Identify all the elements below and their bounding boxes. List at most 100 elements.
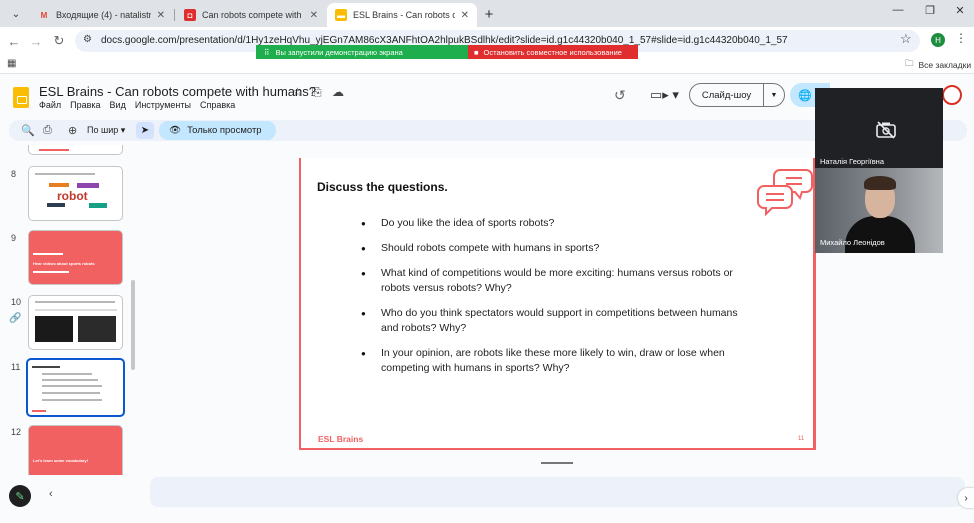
tab-divider: [174, 9, 175, 21]
meet-camera-icon[interactable]: ▭▸ ▾: [650, 87, 679, 103]
participant-hair: [864, 176, 896, 190]
profile-avatar[interactable]: H: [931, 33, 945, 47]
menu-help[interactable]: Справка: [200, 100, 235, 110]
thumb-line: [42, 385, 102, 387]
slideshow-dropdown-icon[interactable]: ▼: [764, 84, 784, 106]
zoom-label: По шир: [87, 125, 119, 135]
tab-title: Can robots compete with huma: [202, 10, 304, 20]
thumb-line: [42, 392, 100, 394]
slide-number: 11: [11, 362, 21, 372]
all-bookmarks[interactable]: 🗀 Все закладки: [905, 58, 971, 72]
minimize-icon[interactable]: —: [888, 4, 908, 16]
side-panel-toggle-icon[interactable]: ›: [958, 488, 974, 508]
screen-share-banner: ⠿ Вы запустили демонстрацию экрана ■ Ост…: [256, 45, 638, 59]
forward-icon[interactable]: →: [27, 32, 45, 50]
view-only-label: Только просмотр: [187, 125, 262, 136]
question-item: What kind of competitions would be more …: [361, 266, 741, 296]
screen-share-text: Вы запустили демонстрацию экрана: [275, 47, 403, 57]
browser-menu-icon[interactable]: ⋮: [955, 31, 967, 45]
star-icon[interactable]: ☆: [292, 85, 303, 99]
gmail-icon: M: [40, 10, 48, 20]
document-title[interactable]: ESL Brains - Can robots compete with hum…: [39, 84, 316, 99]
word-cloud-image: robot: [47, 181, 107, 213]
tab-search-icon[interactable]: ⌄: [6, 5, 26, 23]
search-menus-icon[interactable]: 🔍: [21, 124, 35, 137]
user-avatar[interactable]: [942, 85, 962, 105]
close-tab-icon[interactable]: ✕: [461, 10, 469, 21]
close-tab-icon[interactable]: ✕: [157, 10, 165, 21]
participant-name: Наталія Георгіївна: [820, 157, 884, 166]
site-info-icon[interactable]: ⚙: [83, 34, 92, 45]
zoom-icon[interactable]: ⊕: [68, 124, 77, 137]
version-history-icon[interactable]: ↺: [614, 87, 626, 104]
print-icon[interactable]: ⎙: [43, 124, 52, 137]
move-icon[interactable]: ⎘: [312, 85, 322, 100]
word-cloud-word: [47, 203, 65, 207]
cloud-status-icon[interactable]: ☁: [332, 85, 344, 99]
explore-icon[interactable]: ✎: [9, 485, 31, 507]
word-cloud-word: [77, 183, 99, 188]
slideshow-label[interactable]: Слайд-шоу: [690, 84, 764, 106]
question-item: Who do you think spectators would suppor…: [361, 306, 741, 336]
slide-canvas[interactable]: Discuss the questions. Do you like the i…: [299, 158, 816, 450]
tab-esl-brains[interactable]: ▬ ESL Brains - Can robots compe ✕: [327, 3, 477, 27]
collapse-filmstrip-icon[interactable]: ‹: [49, 488, 53, 500]
tab-title: Входящие (4) - natalistroienko: [56, 10, 151, 20]
thumb-line: [35, 309, 117, 311]
tab-title: ESL Brains - Can robots compe: [353, 10, 455, 20]
slide-thumbnail[interactable]: [28, 145, 123, 155]
slide-number: 10: [11, 297, 22, 307]
slide-number: 8: [11, 169, 17, 179]
question-item: Should robots compete with humans in spo…: [361, 241, 741, 256]
thumb-line: [42, 373, 92, 375]
zoom-select[interactable]: По шир ▾: [87, 125, 125, 136]
close-tab-icon[interactable]: ✕: [310, 10, 318, 21]
slides-logo-icon[interactable]: [13, 87, 29, 108]
video-thumbnail-image: [35, 316, 73, 342]
slide-thumbnail-10[interactable]: [28, 295, 123, 350]
slide-thumbnail-9[interactable]: Hear videos about sports robots: [28, 230, 123, 285]
back-icon[interactable]: ←: [5, 32, 23, 50]
brand-footer: ESL Brains: [318, 434, 364, 444]
slide-thumbnail-11[interactable]: [26, 358, 125, 417]
view-only-button[interactable]: 👁 Только просмотр: [159, 121, 276, 140]
tab-robots[interactable]: ◘ Can robots compete with huma ✕: [176, 3, 326, 27]
slide-number: 12: [11, 427, 22, 437]
reload-icon[interactable]: ↻: [50, 32, 68, 50]
bookmark-star-icon[interactable]: ☆: [900, 31, 912, 47]
word-cloud-word: [49, 183, 69, 187]
menu-bar: Файл Правка Вид Инструменты Справка: [39, 100, 235, 110]
speaker-notes-area[interactable]: [150, 477, 965, 507]
stop-icon: ■: [474, 47, 479, 57]
thumb-line: [42, 379, 98, 381]
video-call-panel[interactable]: Наталія Георгіївна Михайло Леонідов: [815, 88, 943, 253]
slide-number: 9: [11, 233, 17, 243]
stop-sharing-button[interactable]: ■ Остановить совместное использование: [468, 45, 638, 59]
menu-edit[interactable]: Правка: [70, 100, 100, 110]
speech-bubbles-icon: [757, 169, 813, 216]
menu-tools[interactable]: Инструменты: [135, 100, 191, 110]
word-cloud-word: [89, 203, 107, 208]
select-cursor-icon[interactable]: ➤: [136, 122, 154, 139]
speaker-notes-resize-handle[interactable]: [541, 462, 573, 464]
new-tab-icon[interactable]: +: [480, 5, 498, 23]
slide-thumbnail-8[interactable]: robot: [28, 166, 123, 221]
slide-page-number: 11: [798, 436, 805, 442]
thumb-line: [35, 173, 95, 175]
thumb-line: [33, 271, 69, 273]
restore-icon[interactable]: ❐: [920, 4, 940, 17]
stop-sharing-label: Остановить совместное использование: [483, 47, 622, 57]
tab-gmail[interactable]: M Входящие (4) - natalistroienko ✕: [30, 3, 173, 27]
slideshow-button[interactable]: Слайд-шоу ▼: [689, 83, 785, 107]
close-window-icon[interactable]: ✕: [950, 4, 970, 17]
slide-title: Discuss the questions.: [317, 180, 448, 194]
slide-filmstrip: 8 robot 9 Hear videos about sports robot…: [0, 145, 140, 475]
filmstrip-scrollbar[interactable]: [131, 280, 135, 370]
thumb-line: [35, 301, 115, 303]
link-icon[interactable]: 🔗: [9, 313, 21, 324]
drag-handle-icon[interactable]: ⠿: [264, 48, 270, 57]
apps-grid-icon[interactable]: ▦: [7, 58, 16, 69]
slide-thumbnail-12[interactable]: Let's learn some vocabulary!: [28, 425, 123, 475]
menu-view[interactable]: Вид: [110, 100, 126, 110]
menu-file[interactable]: Файл: [39, 100, 61, 110]
